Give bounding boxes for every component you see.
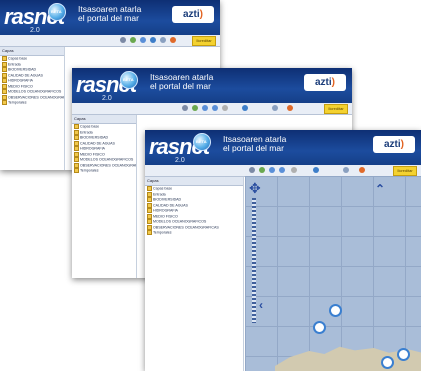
- pan-up-icon[interactable]: ⌃: [375, 182, 385, 196]
- tagline: Itsasoaren atarla el portal del mar: [78, 4, 142, 23]
- map-marker-icon[interactable]: [381, 356, 394, 369]
- panel-title: Capas: [72, 115, 136, 124]
- search-icon[interactable]: [182, 105, 188, 111]
- app-version: 2.0: [102, 95, 112, 102]
- beta-globe-icon: BETA: [193, 133, 211, 151]
- print-icon[interactable]: [272, 105, 278, 111]
- azti-logo[interactable]: azti): [172, 6, 214, 23]
- layer-item[interactable]: MODELOS OCEANOGRAFICOS: [72, 157, 136, 163]
- print-icon[interactable]: [160, 37, 166, 43]
- zoom-control[interactable]: ✥: [249, 180, 261, 330]
- pan-icon[interactable]: [259, 167, 265, 173]
- header: rasnet 2.0 BETA Itsasoaren atarla el port…: [145, 130, 421, 165]
- layer-item[interactable]: Temporales: [145, 230, 243, 236]
- map-grid: [245, 176, 421, 371]
- acreditar-button[interactable]: Ilcreditar: [192, 36, 216, 46]
- layer-item[interactable]: MODELOS OCEANOGRAFICOS: [0, 89, 64, 95]
- map-marker-icon[interactable]: [397, 348, 410, 361]
- pan-icon[interactable]: [130, 37, 136, 43]
- toolbar: Ilcreditar: [72, 103, 352, 115]
- beta-globe-icon: BETA: [120, 71, 138, 89]
- info-icon[interactable]: [313, 167, 319, 173]
- map-marker-icon[interactable]: [329, 304, 342, 317]
- info-icon[interactable]: [242, 105, 248, 111]
- map-view[interactable]: ✥ ‹ ⌃: [245, 176, 421, 371]
- azti-logo[interactable]: azti): [373, 136, 415, 153]
- zoom-in-icon[interactable]: [269, 167, 275, 173]
- layers-panel: Capas Capas base Entrada BIODIVERSIDAD C…: [72, 115, 137, 278]
- pan-control-icon[interactable]: ✥: [249, 180, 261, 196]
- layers-panel: Capas Capas base Entrada BIODIVERSIDAD C…: [0, 47, 65, 170]
- zoom-out-icon[interactable]: [279, 167, 285, 173]
- window-front: rasnet 2.0 BETA Itsasoaren atarla el port…: [145, 130, 421, 371]
- zoom-slider[interactable]: [252, 198, 256, 323]
- pan-left-icon[interactable]: ‹: [259, 298, 263, 312]
- beta-globe-icon: BETA: [48, 3, 66, 21]
- tagline: Itsasoaren atarla el portal del mar: [223, 134, 287, 153]
- layer-item[interactable]: Temporales: [72, 168, 136, 174]
- pan-icon[interactable]: [192, 105, 198, 111]
- map-marker-icon[interactable]: [313, 321, 326, 334]
- zoom-in-icon[interactable]: [140, 37, 146, 43]
- app-version: 2.0: [30, 27, 40, 34]
- toolbar: Ilcreditar: [0, 35, 220, 47]
- acreditar-button[interactable]: Ilcreditar: [324, 104, 348, 114]
- info-icon[interactable]: [150, 37, 156, 43]
- zoom-out-icon[interactable]: [212, 105, 218, 111]
- layer-item[interactable]: Temporales: [0, 100, 64, 106]
- search-icon[interactable]: [120, 37, 126, 43]
- measure-icon[interactable]: [291, 167, 297, 173]
- tagline: Itsasoaren atarla el portal del mar: [150, 72, 214, 91]
- zoom-in-icon[interactable]: [202, 105, 208, 111]
- azti-logo[interactable]: azti): [304, 74, 346, 91]
- acreditar-button[interactable]: Ilcreditar: [393, 166, 417, 176]
- panel-title: Capas: [145, 177, 243, 186]
- app-version: 2.0: [175, 157, 185, 164]
- measure-icon[interactable]: [222, 105, 228, 111]
- print-icon[interactable]: [343, 167, 349, 173]
- panel-title: Capas: [0, 47, 64, 56]
- help-icon[interactable]: [287, 105, 293, 111]
- header: rasnet 2.0 BETA Itsasoaren atarla el port…: [72, 68, 352, 103]
- help-icon[interactable]: [170, 37, 176, 43]
- header: rasnet 2.0 BETA Itsasoaren atarla el port…: [0, 0, 220, 35]
- help-icon[interactable]: [359, 167, 365, 173]
- layers-panel: Capas Capas base Entrada BIODIVERSIDAD C…: [145, 177, 244, 371]
- search-icon[interactable]: [249, 167, 255, 173]
